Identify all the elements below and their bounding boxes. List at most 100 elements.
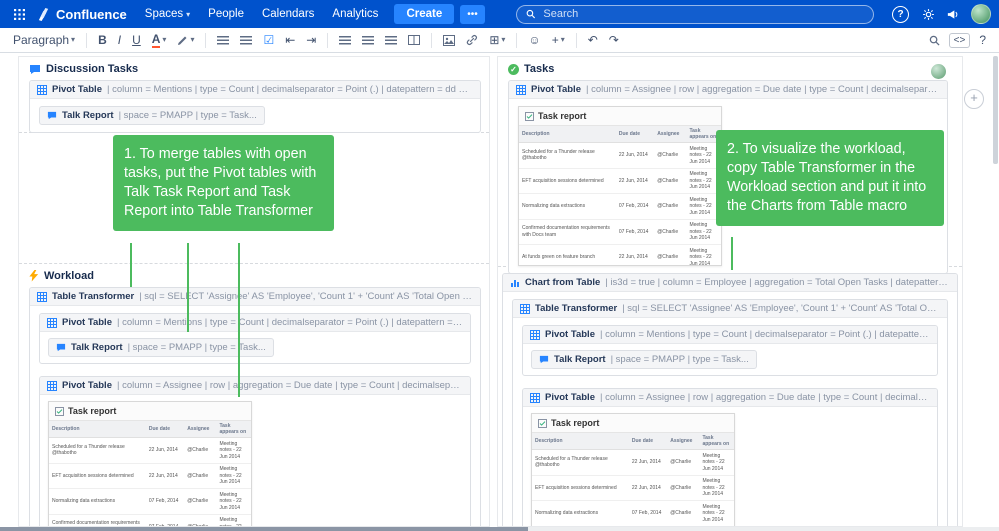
cell-appears-link[interactable]: Meeting notes - 22 Jun 2014 [699, 450, 734, 476]
macro-talk-report[interactable]: Talk Report | space = PMAPP | type = Tas… [39, 106, 265, 125]
insert-table-button[interactable]: ⊞ ▾ [484, 32, 510, 48]
cell-appears-link[interactable]: Meeting notes - 22 Jun 2014 [699, 501, 734, 527]
cell-assignee-link[interactable]: @Charlie [654, 219, 686, 245]
cell-assignee-link[interactable]: @Charlie [654, 143, 686, 169]
cell-assignee-link[interactable]: @Charlie [654, 168, 686, 194]
insert-image-button[interactable] [438, 33, 460, 48]
app-switcher-icon[interactable] [8, 4, 30, 24]
table-row[interactable]: Normalizing data extractions 07 Feb, 201… [532, 501, 734, 527]
macro-pivot-table[interactable]: Pivot Table | column = Mentions | type =… [522, 325, 938, 376]
nav-calendars[interactable]: Calendars [254, 4, 322, 24]
align-right-button[interactable] [380, 34, 402, 47]
announcements-icon[interactable] [941, 4, 963, 24]
layout-column-right[interactable]: ✓ Tasks Pivot Table | column = Assignee … [497, 56, 963, 527]
task-report-panel[interactable]: Task report Description Due date Assigne… [48, 401, 252, 526]
indent-button[interactable]: ⇥ [301, 32, 321, 48]
cell-appears-link[interactable]: Meeting notes - 22 Jun 2014 [216, 514, 251, 526]
editor-canvas[interactable]: Discussion Tasks Pivot Table | column = … [0, 53, 999, 531]
macro-header[interactable]: Pivot Table | column = Assignee | row | … [40, 377, 470, 395]
cell-assignee-link[interactable]: @Charlie [184, 489, 216, 515]
page-layout-button[interactable] [403, 33, 425, 47]
task-report-panel[interactable]: Task report Description Due date Assigne… [518, 106, 722, 266]
text-color-button[interactable]: A ▾ [147, 31, 172, 50]
macro-pivot-table[interactable]: Pivot Table | column = Mentions | type =… [39, 313, 471, 364]
align-center-button[interactable] [357, 34, 379, 47]
macro-header[interactable]: Pivot Table | column = Mentions | type =… [40, 314, 470, 332]
vertical-scrollbar-thumb[interactable] [993, 56, 998, 164]
layout-column-left[interactable]: Discussion Tasks Pivot Table | column = … [18, 56, 490, 527]
macro-talk-report[interactable]: Talk Report | space = PMAPP | type = Tas… [531, 350, 757, 369]
cell-assignee-link[interactable]: @Charlie [667, 450, 699, 476]
macro-table-transformer[interactable]: Table Transformer | sql = SELECT 'Assign… [512, 299, 948, 526]
nav-analytics[interactable]: Analytics [324, 4, 386, 24]
table-row[interactable]: Scheduled for a Thunder release @thaboth… [49, 438, 251, 464]
align-left-button[interactable] [334, 34, 356, 47]
macro-header[interactable]: Table Transformer | sql = SELECT 'Assign… [30, 288, 480, 306]
macro-chart-from-table[interactable]: Chart from Table | is3d = true | column … [502, 273, 958, 526]
table-row[interactable]: EFT acquisition sessions determined 22 J… [519, 168, 721, 194]
cell-appears-link[interactable]: Meeting notes - 22 Jun 2014 [686, 245, 721, 267]
cell-assignee-link[interactable]: @Charlie [184, 438, 216, 464]
bullet-list-button[interactable] [212, 34, 234, 47]
insert-more-button[interactable]: + ▾ [547, 32, 570, 48]
macro-pivot-table[interactable]: Pivot Table | column = Assignee | row | … [39, 376, 471, 526]
redo-button[interactable]: ↷ [604, 32, 624, 48]
outdent-button[interactable]: ⇤ [280, 32, 300, 48]
macro-header[interactable]: Table Transformer | sql = SELECT 'Assign… [513, 300, 947, 318]
macro-header[interactable]: Pivot Table | column = Assignee | row | … [509, 81, 947, 99]
cell-assignee-link[interactable]: @Charlie [654, 194, 686, 220]
user-avatar[interactable] [971, 4, 991, 24]
source-editor-button[interactable]: <> [949, 33, 971, 48]
task-list-button[interactable]: ☑ [258, 32, 279, 48]
nav-people[interactable]: People [200, 4, 252, 24]
editor-help-button[interactable]: ? [974, 32, 991, 48]
bold-button[interactable]: B [93, 32, 112, 48]
macro-pivot-table[interactable]: Pivot Table | column = Mentions | type =… [29, 80, 481, 133]
table-row[interactable]: Normalizing data extractions 07 Feb, 201… [49, 489, 251, 515]
nav-spaces[interactable]: Spaces ▾ [137, 4, 198, 24]
settings-gear-icon[interactable] [917, 4, 939, 24]
underline-button[interactable]: U [127, 32, 146, 48]
cell-assignee-link[interactable]: @Charlie [667, 475, 699, 501]
table-row[interactable]: Scheduled for a Thunder release @thaboth… [532, 450, 734, 476]
numbered-list-button[interactable] [235, 34, 257, 47]
cell-appears-link[interactable]: Meeting notes - 22 Jun 2014 [699, 475, 734, 501]
table-row[interactable]: EFT acquisition sessions determined 22 J… [49, 463, 251, 489]
cell-appears-link[interactable]: Meeting notes - 22 Jun 2014 [216, 489, 251, 515]
help-icon[interactable]: ? [892, 6, 909, 23]
more-formatting-button[interactable]: ▾ [172, 33, 199, 48]
macro-table-transformer[interactable]: Table Transformer | sql = SELECT 'Assign… [29, 287, 481, 526]
emoji-button[interactable]: ☺ [523, 32, 545, 48]
macro-header[interactable]: Pivot Table | column = Assignee | row | … [523, 389, 937, 407]
table-row[interactable]: Normalizing data extractions 07 Feb, 201… [519, 194, 721, 220]
table-row[interactable]: Confirmed documentation requirements wit… [49, 514, 251, 526]
table-row[interactable]: Scheduled for a Thunder release @thaboth… [519, 143, 721, 169]
search-input[interactable] [541, 7, 864, 21]
task-report-panel[interactable]: Task report Description Due date Assigne… [531, 413, 735, 526]
create-more-button[interactable]: ••• [460, 5, 485, 24]
confluence-logo[interactable]: Confluence [32, 7, 135, 22]
undo-button[interactable]: ↶ [583, 32, 603, 48]
macro-pivot-table[interactable]: Pivot Table | column = Assignee | row | … [522, 388, 938, 526]
horizontal-scrollbar-thumb[interactable] [0, 527, 528, 531]
table-row[interactable]: EFT acquisition sessions determined 22 J… [532, 475, 734, 501]
add-section-button[interactable]: + [964, 89, 984, 109]
paragraph-style-selector[interactable]: Paragraph ▾ [8, 32, 80, 48]
cell-appears-link[interactable]: Meeting notes - 22 Jun 2014 [216, 438, 251, 464]
panel-avatar[interactable] [931, 64, 946, 79]
macro-header[interactable]: Pivot Table | column = Mentions | type =… [523, 326, 937, 344]
cell-assignee-link[interactable]: @Charlie [184, 463, 216, 489]
create-button[interactable]: Create [394, 4, 454, 24]
find-replace-button[interactable] [924, 33, 945, 48]
macro-header[interactable]: Chart from Table | is3d = true | column … [503, 274, 957, 292]
nav-search[interactable] [516, 5, 874, 24]
macro-header[interactable]: Pivot Table | column = Mentions | type =… [30, 81, 480, 99]
table-row[interactable]: Confirmed documentation requirements wit… [519, 219, 721, 245]
italic-button[interactable]: I [113, 32, 126, 48]
insert-link-button[interactable] [461, 32, 483, 48]
cell-assignee-link[interactable]: @Charlie [654, 245, 686, 267]
cell-assignee-link[interactable]: @Charlie [184, 514, 216, 526]
cell-appears-link[interactable]: Meeting notes - 22 Jun 2014 [216, 463, 251, 489]
cell-assignee-link[interactable]: @Charlie [667, 501, 699, 527]
table-row[interactable]: At funds green on feature branch 22 Jun,… [519, 245, 721, 267]
